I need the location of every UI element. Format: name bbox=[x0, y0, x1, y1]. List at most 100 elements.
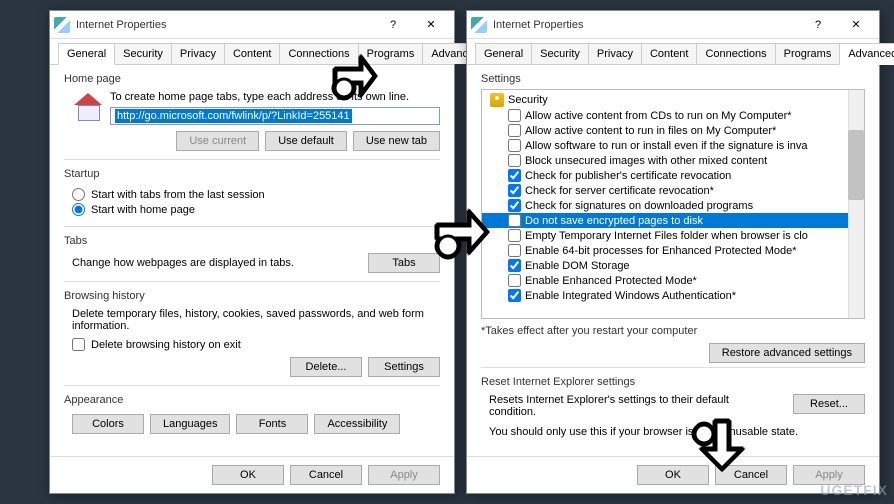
dialog-footer: OK Cancel Apply bbox=[467, 456, 879, 493]
history-hint: Delete temporary files, history, cookies… bbox=[72, 308, 440, 332]
settings-item[interactable]: Block unsecured images with other mixed … bbox=[482, 153, 864, 168]
settings-item[interactable]: Enable Enhanced Protected Mode* bbox=[482, 273, 864, 288]
close-button[interactable]: ✕ bbox=[412, 13, 450, 37]
settings-item-label: Empty Temporary Internet Files folder wh… bbox=[525, 230, 808, 242]
home-page-url-field[interactable]: http://go.microsoft.com/fwlink/p/?LinkId… bbox=[110, 107, 440, 125]
settings-item-label: Check for signatures on downloaded progr… bbox=[525, 200, 753, 212]
tab-content[interactable]: Content bbox=[224, 43, 281, 64]
group-home-page: Home page To create home page tabs, type… bbox=[64, 73, 440, 160]
colors-button[interactable]: Colors bbox=[72, 414, 144, 434]
scrollbar-thumb[interactable] bbox=[848, 130, 864, 200]
settings-item-label: Enable DOM Storage bbox=[525, 260, 630, 272]
apply-button[interactable]: Apply bbox=[368, 465, 440, 485]
settings-item[interactable]: Enable 64-bit processes for Enhanced Pro… bbox=[482, 243, 864, 258]
tab-programs[interactable]: Programs bbox=[358, 43, 424, 64]
help-button[interactable]: ? bbox=[374, 13, 412, 37]
use-new-tab-button[interactable]: Use new tab bbox=[353, 131, 440, 151]
group-startup: Startup Start with tabs from the last se… bbox=[64, 168, 440, 227]
settings-item-checkbox[interactable] bbox=[508, 289, 521, 302]
tab-content[interactable]: Content bbox=[641, 43, 698, 64]
settings-item-checkbox[interactable] bbox=[508, 214, 521, 227]
settings-item[interactable]: Enable Integrated Windows Authentication… bbox=[482, 288, 864, 303]
languages-button[interactable]: Languages bbox=[150, 414, 230, 434]
security-node[interactable]: Security bbox=[482, 92, 864, 108]
settings-item[interactable]: Do not save encrypted pages to disk bbox=[482, 213, 864, 228]
settings-item[interactable]: Check for publisher's certificate revoca… bbox=[482, 168, 864, 183]
dialog-body: Settings Security Allow active content f… bbox=[467, 65, 879, 456]
settings-item[interactable]: Check for signatures on downloaded progr… bbox=[482, 198, 864, 213]
settings-item-checkbox[interactable] bbox=[508, 199, 521, 212]
tab-security[interactable]: Security bbox=[531, 43, 589, 64]
settings-item[interactable]: Empty Temporary Internet Files folder wh… bbox=[482, 228, 864, 243]
settings-item[interactable]: Allow software to run or install even if… bbox=[482, 138, 864, 153]
cancel-button[interactable]: Cancel bbox=[715, 465, 787, 485]
settings-item-checkbox[interactable] bbox=[508, 154, 521, 167]
cancel-button[interactable]: Cancel bbox=[290, 465, 362, 485]
accessibility-button[interactable]: Accessibility bbox=[314, 414, 400, 434]
titlebar: Internet Properties ? ✕ bbox=[50, 11, 454, 39]
home-icon bbox=[72, 91, 104, 123]
tabs-button[interactable]: Tabs bbox=[368, 253, 440, 273]
delete-button[interactable]: Delete... bbox=[290, 357, 362, 377]
tab-privacy[interactable]: Privacy bbox=[171, 43, 225, 64]
window-title: Internet Properties bbox=[76, 19, 374, 31]
settings-item[interactable]: Enable DOM Storage bbox=[482, 258, 864, 273]
settings-item[interactable]: Allow active content to run in files on … bbox=[482, 123, 864, 138]
scrollbar[interactable] bbox=[848, 90, 864, 318]
tab-connections[interactable]: Connections bbox=[279, 43, 358, 64]
internet-properties-dialog-general: Internet Properties ? ✕ General Security… bbox=[49, 10, 455, 494]
group-appearance: Appearance Colors Languages Fonts Access… bbox=[64, 394, 440, 438]
settings-item-checkbox[interactable] bbox=[508, 109, 521, 122]
history-settings-button[interactable]: Settings bbox=[368, 357, 440, 377]
app-icon bbox=[54, 17, 70, 33]
reset-hint: Resets Internet Explorer's settings to t… bbox=[489, 394, 749, 418]
tab-general[interactable]: General bbox=[58, 43, 115, 65]
settings-item-label: Allow active content from CDs to run on … bbox=[525, 110, 792, 122]
settings-item-label: Allow active content to run in files on … bbox=[525, 125, 776, 137]
internet-properties-dialog-advanced: Internet Properties ? ✕ General Security… bbox=[466, 10, 880, 494]
settings-title: Settings bbox=[481, 73, 865, 85]
settings-item-label: Enable Integrated Windows Authentication… bbox=[525, 290, 736, 302]
tab-advanced[interactable]: Advanced bbox=[839, 43, 894, 65]
ok-button[interactable]: OK bbox=[212, 465, 284, 485]
settings-item-checkbox[interactable] bbox=[508, 244, 521, 257]
settings-item[interactable]: Check for server certificate revocation* bbox=[482, 183, 864, 198]
delete-on-exit-checkbox[interactable]: Delete browsing history on exit bbox=[72, 338, 440, 351]
tab-privacy[interactable]: Privacy bbox=[588, 43, 642, 64]
settings-item-label: Enable Enhanced Protected Mode* bbox=[525, 275, 697, 287]
settings-item-checkbox[interactable] bbox=[508, 259, 521, 272]
restore-advanced-button[interactable]: Restore advanced settings bbox=[709, 343, 865, 363]
settings-item-checkbox[interactable] bbox=[508, 139, 521, 152]
tab-security[interactable]: Security bbox=[114, 43, 172, 64]
ok-button[interactable]: OK bbox=[637, 465, 709, 485]
reset-button[interactable]: Reset... bbox=[793, 394, 865, 414]
app-icon bbox=[471, 17, 487, 33]
settings-item-checkbox[interactable] bbox=[508, 169, 521, 182]
settings-item[interactable]: Allow active content from CDs to run on … bbox=[482, 108, 864, 123]
tab-connections[interactable]: Connections bbox=[696, 43, 775, 64]
startup-last-session-radio[interactable]: Start with tabs from the last session bbox=[72, 188, 440, 201]
tab-programs[interactable]: Programs bbox=[775, 43, 841, 64]
startup-home-radio[interactable]: Start with home page bbox=[72, 203, 440, 216]
settings-item-checkbox[interactable] bbox=[508, 124, 521, 137]
group-settings: Settings Security Allow active content f… bbox=[481, 73, 865, 368]
fonts-button[interactable]: Fonts bbox=[236, 414, 308, 434]
use-current-button[interactable]: Use current bbox=[176, 131, 259, 151]
settings-item-checkbox[interactable] bbox=[508, 229, 521, 242]
tabs-hint: Change how webpages are displayed in tab… bbox=[72, 257, 294, 269]
tab-general[interactable]: General bbox=[475, 43, 532, 64]
settings-item-checkbox[interactable] bbox=[508, 184, 521, 197]
tab-strip: General Security Privacy Content Connect… bbox=[50, 39, 454, 65]
lock-icon bbox=[490, 93, 504, 107]
help-button[interactable]: ? bbox=[799, 13, 837, 37]
close-button[interactable]: ✕ bbox=[837, 13, 875, 37]
watermark: UGETFIX bbox=[820, 482, 888, 498]
home-page-url-value: http://go.microsoft.com/fwlink/p/?LinkId… bbox=[115, 109, 352, 123]
settings-item-checkbox[interactable] bbox=[508, 274, 521, 287]
settings-tree[interactable]: Security Allow active content from CDs t… bbox=[481, 89, 865, 319]
use-default-button[interactable]: Use default bbox=[265, 131, 347, 151]
restart-note: *Takes effect after you restart your com… bbox=[481, 325, 865, 337]
window-title: Internet Properties bbox=[493, 19, 799, 31]
settings-item-label: Block unsecured images with other mixed … bbox=[525, 155, 767, 167]
group-browsing-history: Browsing history Delete temporary files,… bbox=[64, 290, 440, 386]
